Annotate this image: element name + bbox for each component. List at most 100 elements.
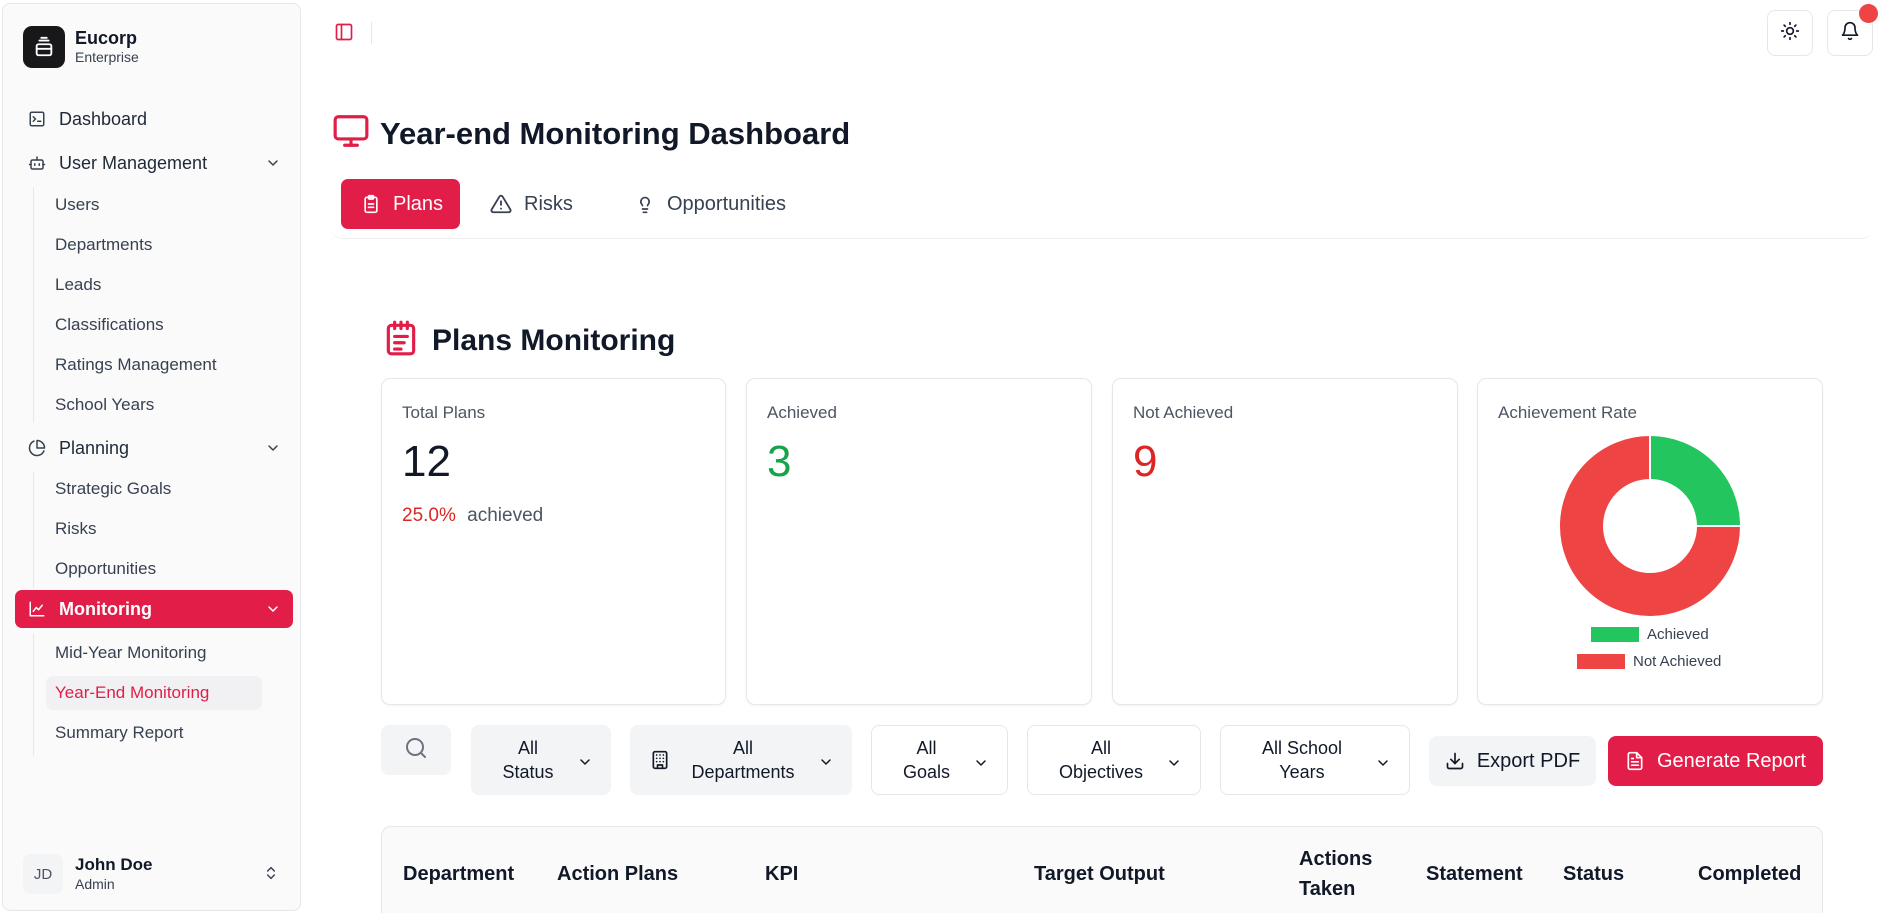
column-header-statement[interactable]: Statement <box>1426 844 1523 904</box>
tab-label: Plans <box>393 192 444 215</box>
sidebar-item-label: Dashboard <box>59 108 148 129</box>
chevron-down-icon <box>265 155 281 176</box>
not-achieved-card: Not Achieved 9 <box>1112 378 1458 705</box>
clipboard-icon <box>361 194 381 214</box>
legend-label[interactable]: Not Achieved <box>1633 653 1721 670</box>
column-header-action-plans[interactable]: Action Plans <box>557 844 678 904</box>
objectives-filter-value: All Objectives <box>1058 738 1144 782</box>
generate-report-button[interactable]: Generate Report <box>1608 736 1823 786</box>
sidebar-item-classifications[interactable]: Classifications <box>46 308 194 342</box>
monitor-icon <box>332 112 370 155</box>
column-header-department[interactable]: Department <box>403 844 514 904</box>
sidebar-item-school-years[interactable]: School Years <box>46 388 184 422</box>
brand-subtitle: Enterprise <box>75 49 139 65</box>
tab-risks[interactable]: Risks <box>470 179 593 229</box>
school-years-filter-value: All School Years <box>1261 738 1343 782</box>
column-header-kpi[interactable]: KPI <box>765 844 798 904</box>
department-filter[interactable]: All Departments <box>630 725 852 795</box>
tab-bar: Plans Risks Opportunities <box>332 170 1872 239</box>
alert-triangle-icon <box>490 193 512 215</box>
sidebar-toggle-icon[interactable] <box>334 22 356 44</box>
user-name: John Doe <box>75 855 153 874</box>
tab-label: Opportunities <box>667 192 786 215</box>
sidebar-item-dashboard[interactable]: Dashboard <box>15 100 293 138</box>
chevron-down-icon <box>577 752 593 776</box>
card-value: 9 <box>1133 437 1158 486</box>
sidebar-item-label: User Management <box>59 152 208 173</box>
submenu-divider <box>33 634 34 756</box>
chevron-down-icon <box>265 440 281 461</box>
status-filter-value: All Status <box>502 738 554 782</box>
user-role: Admin <box>75 876 115 892</box>
sidebar-item-label: Monitoring <box>59 598 152 619</box>
sidebar-item-ratings-management[interactable]: Ratings Management <box>46 348 247 382</box>
tab-label: Risks <box>524 192 573 215</box>
terminal-icon <box>27 109 47 129</box>
line-chart-icon <box>27 599 47 619</box>
submenu-divider <box>33 472 34 588</box>
goals-filter[interactable]: All Goals <box>871 725 1008 795</box>
sidebar-item-summary-report[interactable]: Summary Report <box>46 716 213 750</box>
card-label: Achieved <box>767 403 837 422</box>
achievement-rate-chart: Achieved Not Achieved <box>1558 433 1743 670</box>
brand-logo-icon <box>23 26 65 68</box>
legend-label[interactable]: Achieved <box>1647 626 1709 643</box>
export-pdf-label: Export PDF <box>1476 749 1581 772</box>
clipboard-list-icon <box>382 318 420 363</box>
school-years-filter[interactable]: All School Years <box>1220 725 1410 795</box>
chevron-down-icon <box>265 601 281 622</box>
sidebar-item-year-end-monitoring[interactable]: Year-End Monitoring <box>46 676 262 710</box>
sidebar-item-users[interactable]: Users <box>46 188 129 222</box>
sidebar-item-departments[interactable]: Departments <box>46 228 182 262</box>
sidebar-item-opportunities[interactable]: Opportunities <box>46 552 186 586</box>
tab-plans[interactable]: Plans <box>341 179 460 229</box>
legend-swatch <box>1577 654 1625 669</box>
sun-icon <box>1780 21 1800 46</box>
brand[interactable]: Eucorp Enterprise <box>23 26 139 68</box>
card-label: Not Achieved <box>1133 403 1234 422</box>
total-plans-card: Total Plans 12 25.0% achieved <box>381 378 726 705</box>
app-root: Eucorp Enterprise Dashboard User Managem… <box>0 0 1880 913</box>
tab-opportunities[interactable]: Opportunities <box>615 179 806 229</box>
column-header-actions-taken[interactable]: Actions Taken <box>1299 844 1372 904</box>
column-header-target-output[interactable]: Target Output <box>1034 844 1165 904</box>
status-filter[interactable]: All Status <box>471 725 611 795</box>
goals-filter-value: All Goals <box>902 738 951 782</box>
chevrons-up-down-icon <box>263 863 279 888</box>
sidebar-item-mid-year-monitoring[interactable]: Mid-Year Monitoring <box>46 636 237 670</box>
sidebar-item-risks[interactable]: Risks <box>46 512 127 546</box>
sidebar-item-user-management[interactable]: User Management <box>15 144 293 182</box>
department-filter-value: All Departments <box>691 738 795 782</box>
sidebar: Eucorp Enterprise Dashboard User Managem… <box>2 3 301 911</box>
page-header: Year-end Monitoring Dashboard <box>332 112 850 155</box>
sidebar-item-monitoring[interactable]: Monitoring <box>15 590 293 628</box>
section-header: Plans Monitoring <box>382 318 675 363</box>
topbar-divider <box>371 22 372 44</box>
search-button[interactable] <box>381 725 451 775</box>
pie-chart-icon <box>27 438 47 458</box>
column-header-completed[interactable]: Completed <box>1698 844 1801 904</box>
sidebar-item-leads[interactable]: Leads <box>46 268 131 302</box>
download-icon <box>1445 751 1465 771</box>
legend-swatch <box>1591 627 1639 642</box>
theme-toggle-button[interactable] <box>1767 10 1813 56</box>
chevron-down-icon <box>1375 753 1391 777</box>
achievement-rate-card: Achievement Rate Achieved Not Achieved <box>1477 378 1823 705</box>
donut-slice-achieved[interactable] <box>1649 433 1743 527</box>
sidebar-item-strategic-goals[interactable]: Strategic Goals <box>46 472 201 506</box>
card-label: Total Plans <box>402 403 486 422</box>
column-header-status[interactable]: Status <box>1563 844 1624 904</box>
page-title: Year-end Monitoring Dashboard <box>380 115 851 151</box>
user-menu[interactable]: JD John Doe Admin <box>23 851 285 897</box>
building-icon <box>650 750 670 776</box>
submenu-divider <box>33 187 34 423</box>
chevron-down-icon <box>973 753 989 777</box>
export-pdf-button[interactable]: Export PDF <box>1429 736 1596 786</box>
brand-name: Eucorp <box>75 28 138 48</box>
achieved-percent: 25.0% achieved <box>402 505 543 527</box>
achieved-card: Achieved 3 <box>746 378 1092 705</box>
notifications-button[interactable] <box>1827 4 1878 56</box>
objectives-filter[interactable]: All Objectives <box>1027 725 1201 795</box>
sidebar-item-planning[interactable]: Planning <box>15 429 293 467</box>
card-value: 12 <box>402 437 451 486</box>
